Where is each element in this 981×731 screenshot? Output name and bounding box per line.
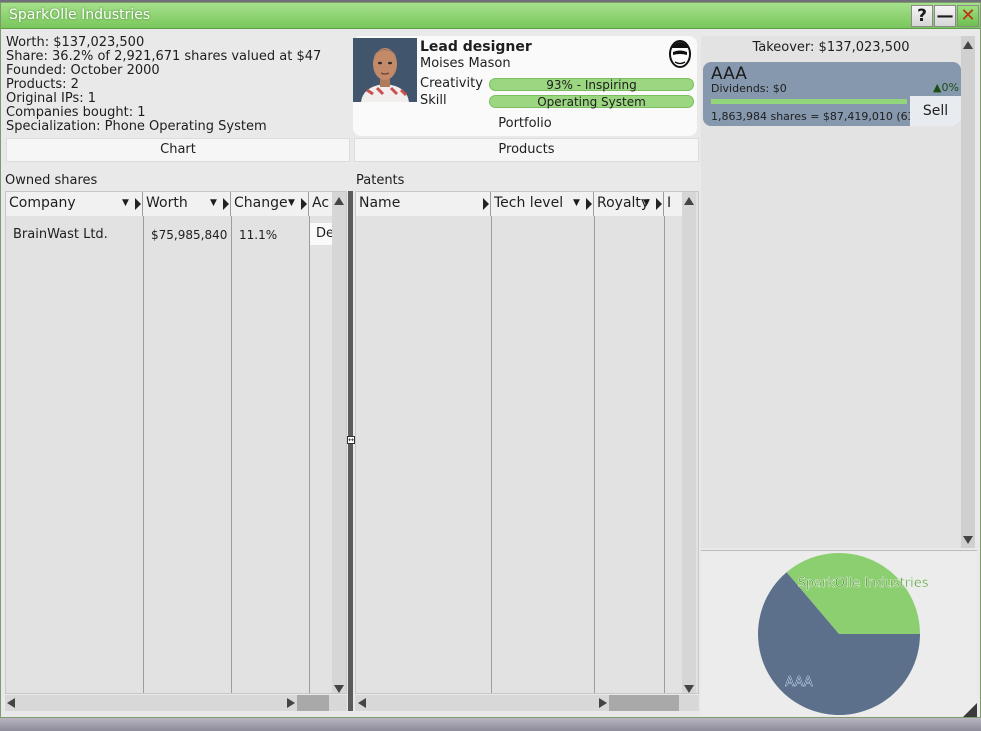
portfolio-button[interactable]: Portfolio <box>353 116 697 131</box>
scroll-right-icon[interactable] <box>287 698 295 708</box>
designer-card: Lead designer Moises Mason Creativity 93… <box>353 36 697 136</box>
vertical-scrollbar[interactable] <box>332 192 346 693</box>
products-text: Products: 2 <box>6 77 79 92</box>
ownership-pie-panel: SparkOlle Industries AAA <box>701 550 977 716</box>
column-header-label: Worth <box>146 195 188 211</box>
column-header-change[interactable]: Change ▼ <box>231 192 309 216</box>
filter-icon[interactable]: ▼ <box>288 197 298 209</box>
shareholder-name: AAA <box>711 64 747 84</box>
taskbar-strip <box>0 718 981 731</box>
column-header-action[interactable]: Ac <box>309 192 334 216</box>
founded-text: Founded: October 2000 <box>6 63 160 78</box>
shares-text: 1,863,984 shares = $87,419,010 (63.8%) <box>711 110 940 123</box>
patents-table: Name Tech level ▼ Royalty ▼ I <box>355 191 699 694</box>
column-header-label: Ac <box>312 195 330 211</box>
creativity-bar: 93% - Inspiring <box>489 78 694 91</box>
column-header-company[interactable]: Company ▼ <box>6 192 143 216</box>
sort-arrow-icon[interactable] <box>223 198 229 210</box>
filter-icon[interactable]: ▼ <box>210 197 220 209</box>
sort-arrow-icon[interactable] <box>586 198 592 210</box>
takeover-text: Takeover: $137,023,500 <box>752 40 910 55</box>
filter-icon[interactable]: ▼ <box>643 197 653 209</box>
scroll-down-icon[interactable] <box>963 536 973 544</box>
column-header-label: Company <box>9 195 76 211</box>
companies-bought-text: Companies bought: 1 <box>6 105 146 120</box>
chart-button[interactable]: Chart <box>6 138 350 162</box>
share-text: Share: 36.2% of 2,921,671 shares valued … <box>6 49 322 64</box>
worth-text: Worth: $137,023,500 <box>6 35 145 50</box>
pie-label: AAA <box>785 675 813 690</box>
designer-name: Moises Mason <box>420 56 511 71</box>
worth-cell: $75,985,840 <box>151 228 228 242</box>
scroll-thumb[interactable] <box>297 695 329 711</box>
filter-icon[interactable]: ▼ <box>573 197 583 209</box>
dividends-text: Dividends: $0 <box>711 82 787 95</box>
patents-label: Patents <box>356 173 405 188</box>
sort-arrow-icon[interactable] <box>135 198 141 210</box>
specialization-text: Specialization: Phone Operating System <box>6 119 267 134</box>
sell-button[interactable]: Sell <box>910 96 961 126</box>
splitter-handle-icon[interactable]: ↔ <box>347 436 355 444</box>
skill-bar: Operating System <box>489 95 694 108</box>
scroll-right-icon[interactable] <box>599 698 607 708</box>
scroll-up-icon[interactable] <box>963 41 973 49</box>
skill-label: Skill <box>420 93 447 108</box>
resize-grip-icon[interactable] <box>963 703 977 717</box>
action-cell-button[interactable]: De <box>310 223 334 245</box>
company-info: Worth: $137,023,500 Share: 36.2% of 2,92… <box>6 36 351 140</box>
sort-arrow-icon[interactable] <box>656 198 662 210</box>
minimize-button[interactable]: — <box>934 5 956 27</box>
scroll-up-icon[interactable] <box>334 197 344 205</box>
help-button[interactable]: ? <box>911 5 933 27</box>
horizontal-scrollbar[interactable] <box>5 695 347 711</box>
window-title: SparkOlle Industries <box>9 7 151 23</box>
column-header-worth[interactable]: Worth ▼ <box>143 192 231 216</box>
column-header-name[interactable]: Name <box>356 192 491 216</box>
close-button[interactable]: ✕ <box>957 5 979 27</box>
scroll-thumb[interactable] <box>609 695 679 711</box>
column-header-label: Change <box>234 195 288 211</box>
column-header-tech-level[interactable]: Tech level ▼ <box>491 192 594 216</box>
sort-arrow-icon[interactable] <box>301 198 307 210</box>
column-header-label: Name <box>359 195 401 211</box>
ownership-pie-chart: SparkOlle Industries AAA <box>758 553 929 715</box>
column-header-extra[interactable]: I <box>664 192 684 216</box>
scroll-left-icon[interactable] <box>358 698 366 708</box>
scroll-down-icon[interactable] <box>334 685 344 693</box>
sort-arrow-icon[interactable] <box>483 198 489 210</box>
designer-role: Lead designer <box>420 39 532 55</box>
spy-icon[interactable] <box>669 38 691 68</box>
horizontal-scrollbar[interactable] <box>355 695 699 711</box>
creativity-label: Creativity <box>420 76 483 91</box>
panel-splitter[interactable] <box>348 191 353 711</box>
original-ips-text: Original IPs: 1 <box>6 91 97 106</box>
scroll-left-icon[interactable] <box>7 698 15 708</box>
company-cell: BrainWast Ltd. <box>13 227 108 242</box>
scroll-down-icon[interactable] <box>684 685 694 693</box>
filter-icon[interactable]: ▼ <box>122 197 132 209</box>
pie-label: SparkOlle Industries <box>797 576 928 591</box>
products-button[interactable]: Products <box>354 138 699 162</box>
company-window: SparkOlle Industries ? — ✕ Worth: $137,0… <box>0 2 981 718</box>
title-bar[interactable]: SparkOlle Industries ? — ✕ <box>1 3 980 29</box>
change-cell: 11.1% <box>239 228 278 242</box>
column-header-label: Royalty <box>597 195 650 211</box>
vertical-scrollbar[interactable] <box>961 36 975 548</box>
shareholders-panel: Takeover: $137,023,500 AAA Dividends: $0… <box>701 36 961 548</box>
shareholder-change: ▲0% <box>933 81 959 94</box>
column-header-label: Tech level <box>494 195 564 211</box>
owned-shares-label: Owned shares <box>5 173 98 188</box>
ownership-bar <box>711 99 907 104</box>
shareholder-card[interactable]: AAA Dividends: $0 ▲0% 1,863,984 shares =… <box>703 62 961 126</box>
vertical-scrollbar[interactable] <box>682 192 696 693</box>
designer-portrait[interactable] <box>353 38 417 102</box>
scroll-up-icon[interactable] <box>684 197 694 205</box>
owned-shares-table: Company ▼ Worth ▼ Change ▼ Ac BrainWast … <box>5 191 347 694</box>
column-header-royalty[interactable]: Royalty ▼ <box>594 192 664 216</box>
column-header-label: I <box>667 195 672 211</box>
